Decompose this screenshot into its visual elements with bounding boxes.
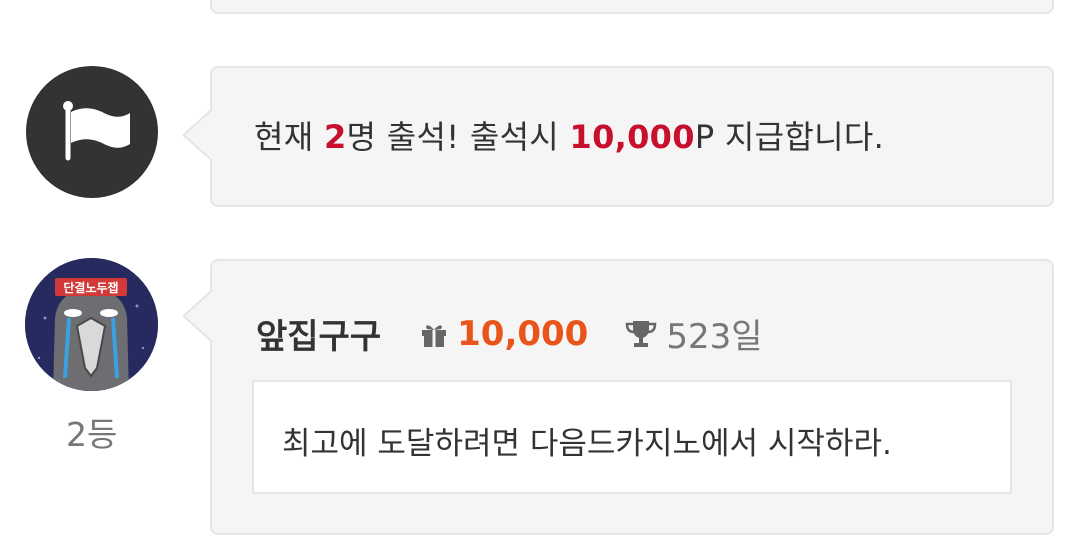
- comment-body: 최고에 도달하려면 다음드카지노에서 시작하라.: [252, 380, 1012, 494]
- flag-icon: [26, 66, 158, 198]
- attendance-reward: 10,000: [569, 118, 695, 156]
- comment-text: 최고에 도달하려면 다음드카지노에서 시작하라.: [282, 426, 892, 462]
- gift-icon: [419, 319, 449, 349]
- attendance-notice-card: 현재 2명 출석! 출석시 10,000P 지급합니다.: [182, 66, 1054, 207]
- avatar-headband-text: 단결노두잽: [63, 280, 118, 295]
- attendance-count: 2: [323, 118, 347, 156]
- rank-label: 2등: [66, 415, 118, 454]
- comment-header: 앞집구구 10,000 523일: [256, 309, 763, 358]
- notice-prefix: 현재: [254, 118, 324, 156]
- avatar[interactable]: 단결노두잽: [25, 258, 158, 391]
- previous-comment-card: [210, 0, 1054, 14]
- speech-tail: [182, 289, 213, 343]
- comment-card: 앞집구구 10,000 523일 최고에 도달하려면 다음드카지노에서 시작하라…: [182, 259, 1054, 535]
- nickname[interactable]: 앞집구구: [256, 309, 381, 358]
- notice-suffix: P 지급합니다.: [694, 118, 885, 156]
- trophy-icon: [624, 318, 658, 350]
- attendance-notice-text: 현재 2명 출석! 출석시 10,000P 지급합니다.: [254, 112, 884, 158]
- points-value: 10,000: [457, 313, 589, 354]
- speech-tail: [182, 108, 213, 162]
- attendance-days: 523일: [666, 317, 763, 357]
- notice-middle: 명 출석! 출석시: [346, 118, 570, 156]
